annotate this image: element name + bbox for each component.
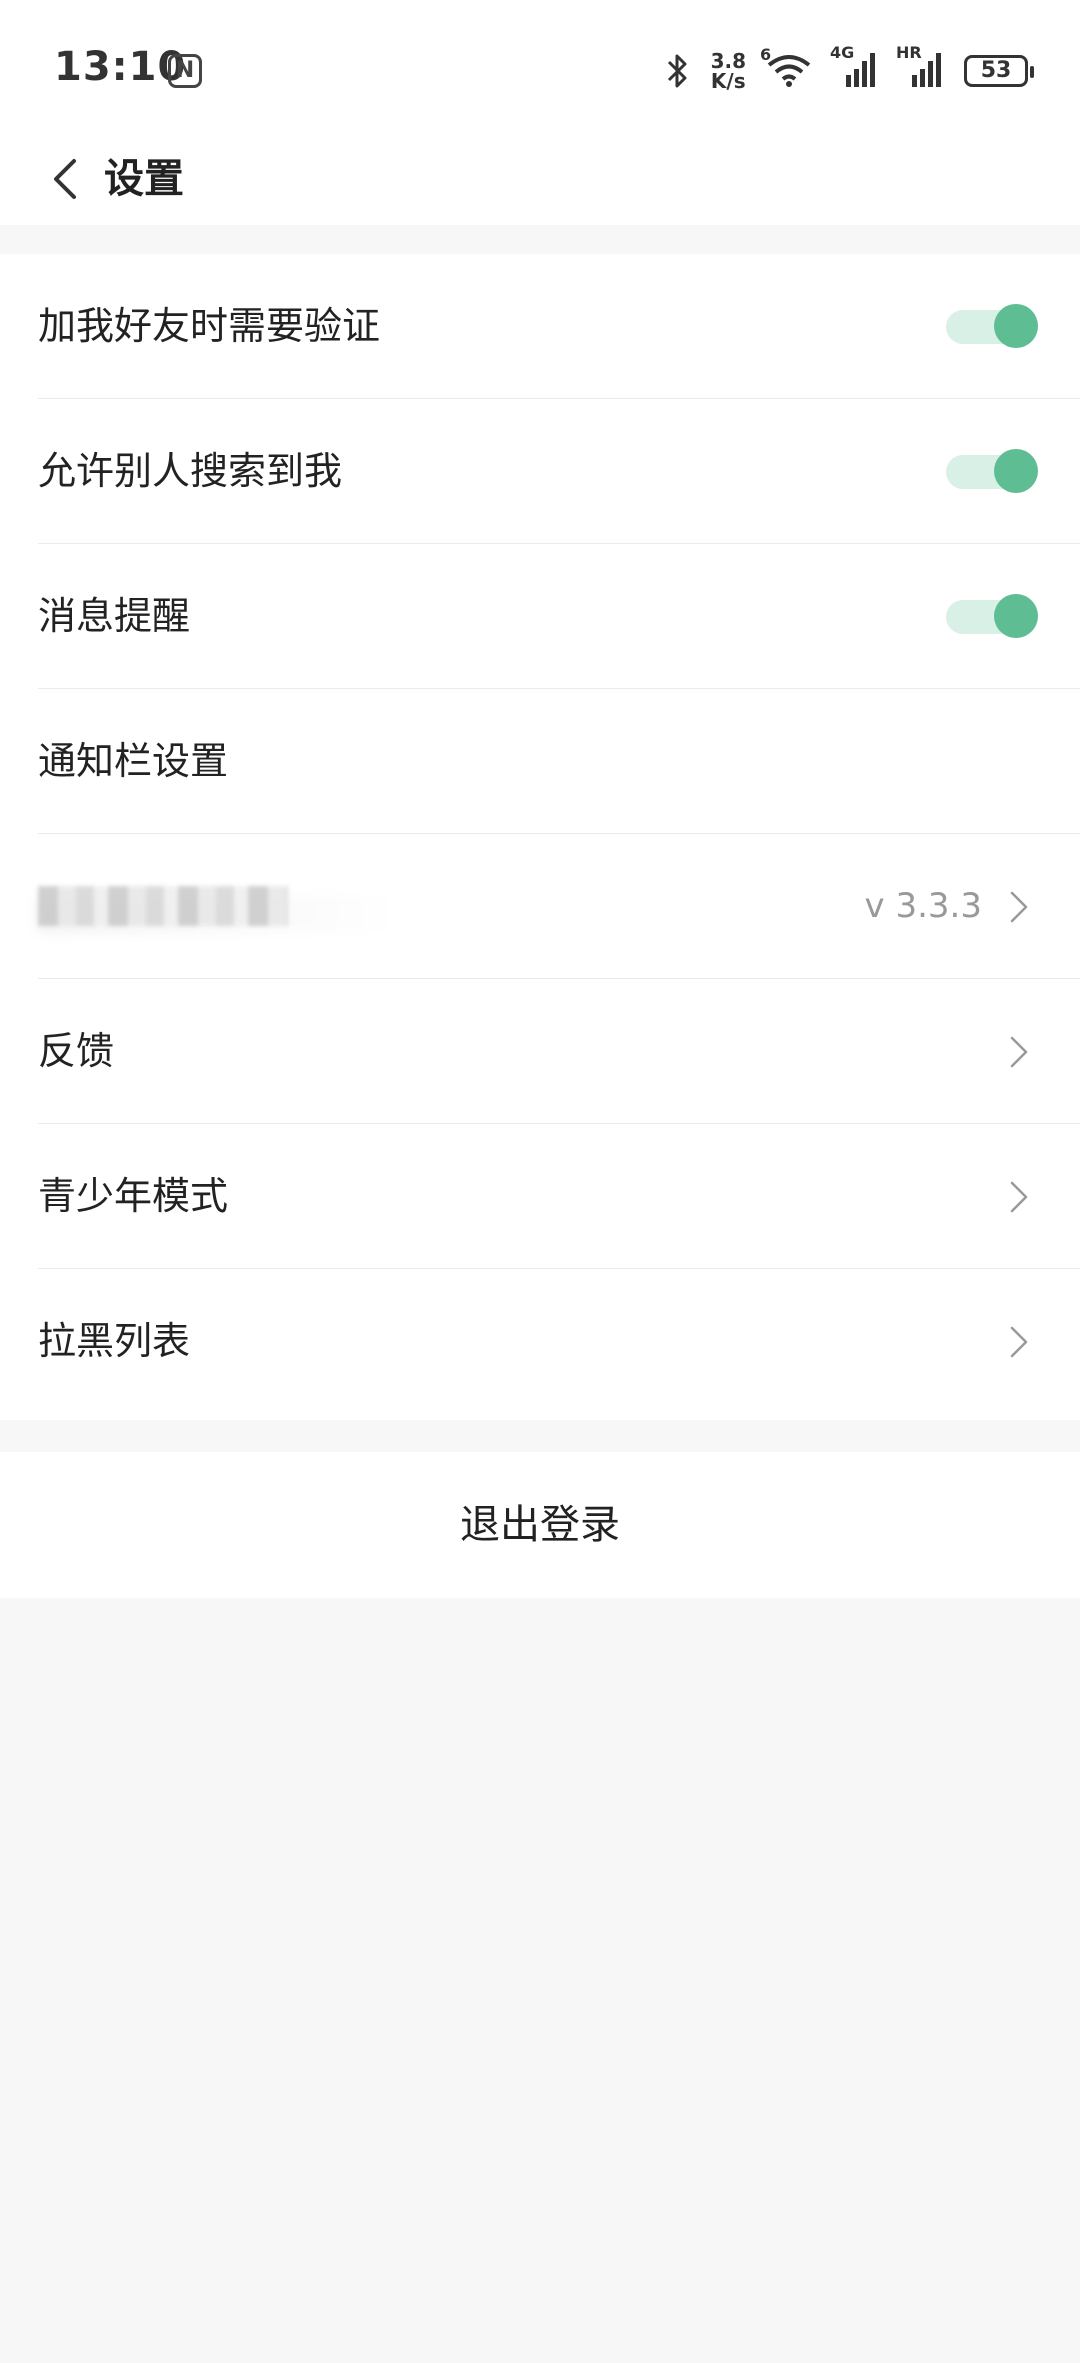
toggle-knob	[994, 449, 1038, 493]
setting-message-alert: 消息提醒	[0, 544, 1080, 689]
sim2-label: HR	[896, 43, 922, 62]
chevron-right-icon	[1010, 891, 1028, 923]
status-bar: 13:10 N 3.8 K/s 6 4G HR 53	[0, 0, 1080, 145]
page-title: 设置	[104, 156, 184, 202]
setting-teen-mode[interactable]: 青少年模式	[0, 1124, 1080, 1269]
message-alert-toggle[interactable]	[946, 594, 1038, 638]
toggle-knob	[994, 304, 1038, 348]
logout-button[interactable]: 退出登录	[0, 1452, 1080, 1598]
nfc-icon: N	[168, 54, 202, 88]
version-text: v 3.3.3	[864, 886, 982, 926]
sim1-label: 4G	[830, 43, 855, 62]
back-icon[interactable]	[40, 149, 100, 209]
status-time: 13:10	[54, 44, 187, 90]
setting-feedback[interactable]: 反馈	[0, 979, 1080, 1124]
wifi-icon	[767, 55, 811, 87]
setting-label: 青少年模式	[38, 1174, 229, 1218]
chevron-right-icon	[1010, 1326, 1028, 1358]
setting-label: 拉黑列表	[38, 1319, 191, 1363]
setting-allow-search: 允许别人搜索到我	[0, 399, 1080, 544]
setting-label: 通知栏设置	[38, 739, 229, 783]
bluetooth-icon	[667, 54, 687, 88]
wifi-indicator: 6	[760, 45, 814, 93]
chevron-right-icon	[1010, 1036, 1028, 1068]
status-icons: 3.8 K/s 6 4G HR 53	[663, 43, 1034, 96]
network-speed-unit: K/s	[710, 69, 746, 93]
app-header: 设置	[0, 145, 1080, 225]
settings-list: 加我好友时需要验证 允许别人搜索到我 消息提醒 通知栏设置 v 3.3.3 反馈…	[0, 254, 1080, 1420]
allow-search-toggle[interactable]	[946, 449, 1038, 493]
chevron-right-icon	[1010, 1181, 1028, 1213]
toggle-knob	[994, 594, 1038, 638]
sim2-signal: HR	[896, 43, 946, 93]
setting-label: 反馈	[38, 1029, 115, 1073]
battery-icon: 53	[964, 55, 1034, 87]
network-speed-value: 3.8	[710, 49, 746, 73]
setting-blocklist[interactable]: 拉黑列表	[0, 1269, 1080, 1414]
setting-about[interactable]: v 3.3.3	[0, 834, 1080, 979]
add-friend-verify-toggle[interactable]	[946, 304, 1038, 348]
setting-notification-bar[interactable]: 通知栏设置	[0, 689, 1080, 834]
setting-label: 加我好友时需要验证	[38, 304, 381, 348]
network-speed: 3.8 K/s	[711, 51, 746, 91]
setting-label: 允许别人搜索到我	[38, 449, 343, 493]
redacted-label	[38, 886, 288, 926]
setting-label: 消息提醒	[38, 594, 191, 638]
sim1-signal: 4G	[830, 43, 880, 93]
setting-add-friend-verify: 加我好友时需要验证	[0, 254, 1080, 399]
wifi-badge: 6	[760, 45, 772, 64]
